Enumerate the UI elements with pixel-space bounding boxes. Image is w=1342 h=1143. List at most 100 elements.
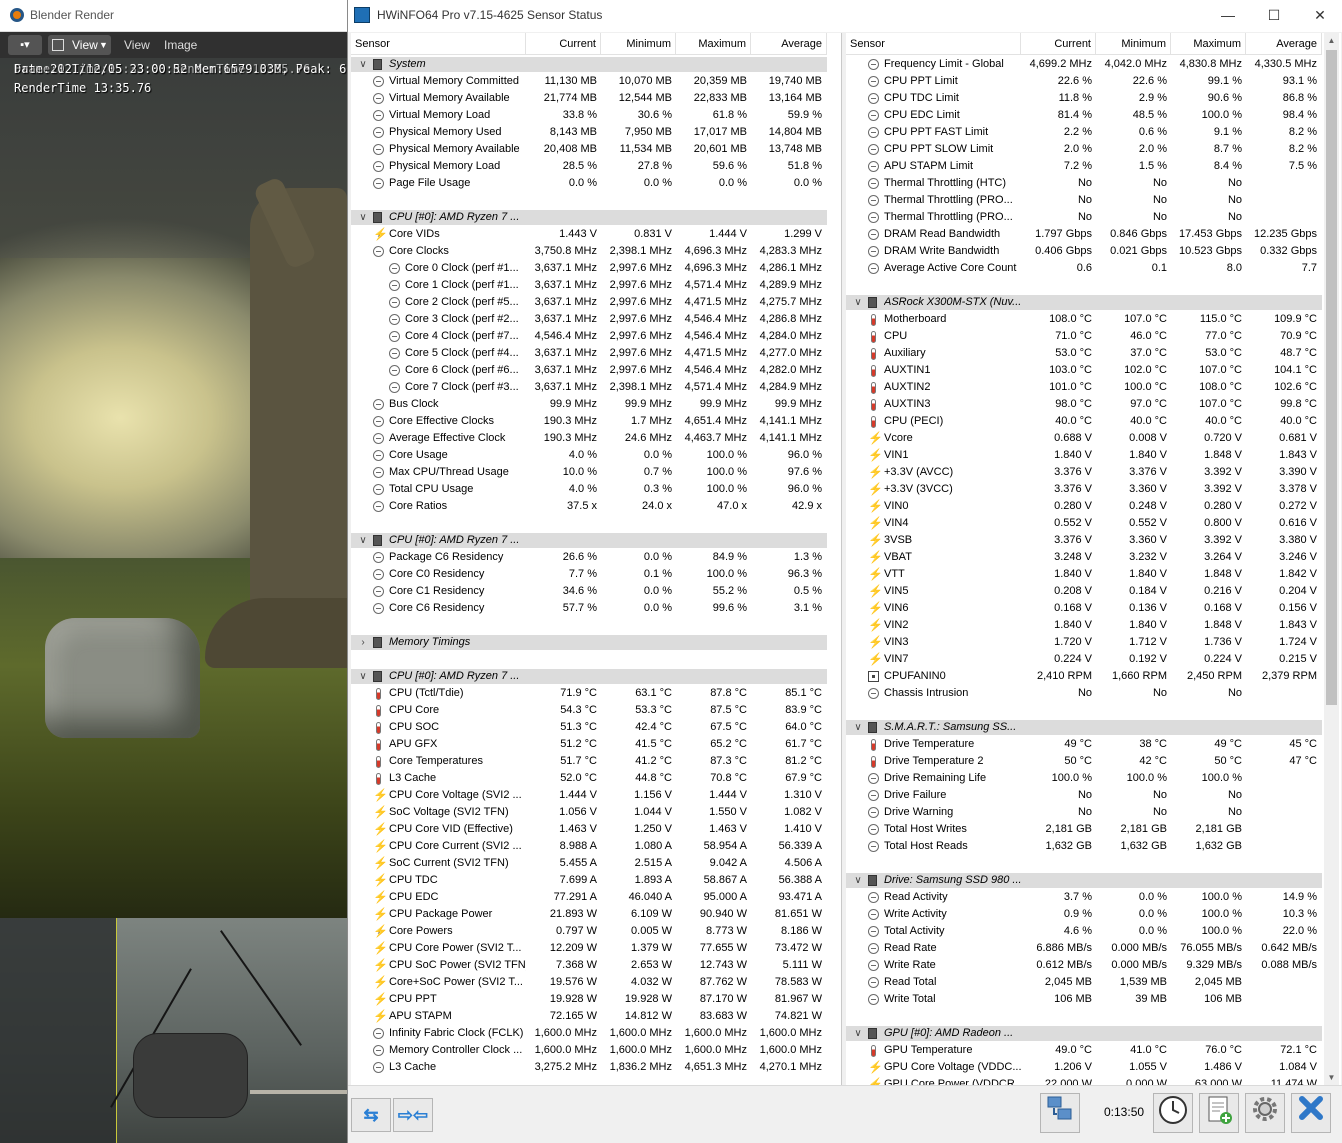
sensor-row[interactable]: › ⚡ Core Powers 0.797 W 0.005 W 8.773 W 8.186 … [351,923,827,940]
collapse-chevron-icon[interactable]: ∨ [357,532,369,549]
sensor-row[interactable]: Total CPU Usage 4.0 % 0.3 % 100.0 % 96.0 % [351,481,827,498]
sensor-group-header[interactable]: › Memory Timings [351,634,827,651]
sensor-row[interactable]: Chassis Intrusion No No No [846,685,1322,702]
sensor-row[interactable]: ›Core Ratios37.5 x24.0 x47.0 x42.9 x [351,498,827,515]
expand-chevron-icon[interactable]: › [357,634,369,651]
sensor-row[interactable]: Drive Temperature 2 50 °C 42 °C 50 °C 47 °C [846,753,1322,770]
scroll-up-arrow-icon[interactable]: ▲ [1324,33,1339,48]
column-header-minimum[interactable]: Minimum [601,33,676,55]
sensor-row[interactable]: GPU Temperature 49.0 °C 41.0 °C 76.0 °C 72.1… [846,1042,1322,1059]
sensor-row[interactable]: Virtual Memory Available 21,774 MB 12,544 … [351,90,827,107]
sensor-row[interactable]: Physical Memory Used 8,143 MB 7,950 MB 17,0… [351,124,827,141]
sensor-row[interactable]: Auxiliary 53.0 °C 37.0 °C 53.0 °C 48.7 °C [846,345,1322,362]
collapse-chevron-icon[interactable]: ∨ [357,209,369,226]
collapse-chevron-icon[interactable]: ∨ [852,719,864,736]
sensor-row[interactable]: ⚡ VIN3 1.720 V 1.712 V 1.736 V 1.724 V [846,634,1322,651]
collapse-chevron-icon[interactable]: ∨ [852,1025,864,1042]
sensor-row[interactable]: Read Activity 3.7 % 0.0 % 100.0 % 14.9 % [846,889,1322,906]
sensor-row[interactable]: Virtual Memory Load 33.8 % 30.6 % 61.8 % 59.… [351,107,827,124]
menu-view[interactable]: View [124,38,150,52]
close-sensors-button[interactable] [1291,1093,1331,1133]
sensor-row[interactable]: Write Activity 0.9 % 0.0 % 100.0 % 10.3 % [846,906,1322,923]
sensor-row[interactable]: AUXTIN3 98.0 °C 97.0 °C 107.0 °C 99.8 °C [846,396,1322,413]
sensor-row[interactable]: L3 Cache 52.0 °C 44.8 °C 70.8 °C 67.9 °C [351,770,827,787]
sensor-row[interactable]: Total Activity 4.6 % 0.0 % 100.0 % 22.0 % [846,923,1322,940]
sensor-row[interactable]: ›Core Temperatures51.7 °C41.2 °C87.3 °C8… [351,753,827,770]
sensor-row[interactable]: Average Active Core Count 0.6 0.1 8.0 7.7 [846,260,1322,277]
sensor-row[interactable]: ⚡ VIN1 1.840 V 1.840 V 1.848 V 1.843 V [846,447,1322,464]
sensor-row[interactable]: Drive Failure No No No [846,787,1322,804]
sensor-row[interactable]: Drive Remaining Life 100.0 % 100.0 % 100.0 … [846,770,1322,787]
sensor-row[interactable]: ⚡ CPU Package Power 21.893 W 6.109 W 90.940 … [351,906,827,923]
sensor-row[interactable]: Total Host Writes 2,181 GB 2,181 GB 2,181 G… [846,821,1322,838]
sensor-row[interactable]: ⚡ Vcore 0.688 V 0.008 V 0.720 V 0.681 V [846,430,1322,447]
sensor-group-header[interactable]: ∨ GPU [#0]: AMD Radeon ... [846,1025,1322,1042]
sensor-row[interactable]: ⚡ VIN5 0.208 V 0.184 V 0.216 V 0.204 V [846,583,1322,600]
sensor-row[interactable]: CPU PPT Limit 22.6 % 22.6 % 99.1 % 93.1 % [846,73,1322,90]
sensor-row[interactable]: ⚡ CPU Core Voltage (SVI2 ... 1.444 V 1.156 … [351,787,827,804]
sensor-row[interactable]: ⚡ VBAT 3.248 V 3.232 V 3.264 V 3.246 V [846,549,1322,566]
sensor-row[interactable]: CPU (PECI) 40.0 °C 40.0 °C 40.0 °C 40.0 °C [846,413,1322,430]
collapse-chevron-icon[interactable]: ∨ [357,56,369,73]
column-header-minimum[interactable]: Minimum [1096,33,1171,55]
sensor-row[interactable]: Read Total 2,045 MB 1,539 MB 2,045 MB [846,974,1322,991]
sensor-group-header[interactable]: ∨ System [351,56,827,73]
view-dropdown[interactable]: View ▼ [48,35,111,55]
sensor-row[interactable]: ∨Core Clocks3,750.8 MHz2,398.1 MHz4,696.… [351,243,827,260]
sensor-row[interactable]: ⚡ GPU Core Power (VDDCR... 22.000 W 0.000 W… [846,1076,1322,1085]
sensor-row[interactable]: CPU SOC 51.3 °C 42.4 °C 67.5 °C 64.0 °C [351,719,827,736]
editor-type-button[interactable]: ▪▾ [8,35,42,55]
sensor-row[interactable]: Core 4 Clock (perf #7... 4,546.4 MHz 2,997… [351,328,827,345]
column-header-average[interactable]: Average [1246,33,1322,55]
sensor-row[interactable]: ⚡ CPU PPT 19.928 W 19.928 W 87.170 W 81.967 W [351,991,827,1008]
sensor-row[interactable]: ⚡ 3VSB 3.376 V 3.360 V 3.392 V 3.380 V [846,532,1322,549]
sensor-row[interactable]: APU GFX 51.2 °C 41.5 °C 65.2 °C 61.7 °C [351,736,827,753]
sensor-row[interactable]: Core 0 Clock (perf #1... 3,637.1 MHz 2,997… [351,260,827,277]
logging-button[interactable] [1199,1093,1239,1133]
column-header-current[interactable]: Current [1021,33,1096,55]
sensor-group-header[interactable]: ∨ CPU [#0]: AMD Ryzen 7 ... [351,209,827,226]
sensor-row[interactable]: Bus Clock 99.9 MHz 99.9 MHz 99.9 MHz 99.9 MH… [351,396,827,413]
sensor-row[interactable]: Total Host Reads 1,632 GB 1,632 GB 1,632 GB [846,838,1322,855]
sensor-row[interactable]: AUXTIN2 101.0 °C 100.0 °C 108.0 °C 102.6 °C [846,379,1322,396]
sensor-row[interactable]: Core 2 Clock (perf #5... 3,637.1 MHz 2,997… [351,294,827,311]
column-header-current[interactable]: Current [526,33,601,55]
sensor-group-header[interactable]: ∨ ASRock X300M-STX (Nuv... [846,294,1322,311]
sensor-row[interactable]: CPU Core 54.3 °C 53.3 °C 87.5 °C 83.9 °C [351,702,827,719]
sensor-row[interactable]: ⚡ VIN7 0.224 V 0.192 V 0.224 V 0.215 V [846,651,1322,668]
collapse-all-button[interactable]: ⇨⇦ [393,1098,433,1132]
sensor-row[interactable]: Core 6 Clock (perf #6... 3,637.1 MHz 2,997… [351,362,827,379]
sensor-group-header[interactable]: ∨ Drive: Samsung SSD 980 ... [846,872,1322,889]
column-header-maximum[interactable]: Maximum [676,33,751,55]
settings-button[interactable] [1245,1093,1285,1133]
sensor-row[interactable]: ⚡ SoC Current (SVI2 TFN) 5.455 A 2.515 A 9.0… [351,855,827,872]
sensor-row[interactable]: Drive Temperature 49 °C 38 °C 49 °C 45 °C [846,736,1322,753]
sensor-row[interactable]: ⚡ CPU EDC 77.291 A 46.040 A 95.000 A 93.471 A [351,889,827,906]
scroll-down-arrow-icon[interactable]: ▼ [1324,1070,1339,1085]
sensor-row[interactable]: CPU PPT FAST Limit 2.2 % 0.6 % 9.1 % 8.2 % [846,124,1322,141]
column-header-average[interactable]: Average [751,33,827,55]
sensor-row[interactable]: ⚡ VIN2 1.840 V 1.840 V 1.848 V 1.843 V [846,617,1322,634]
sensor-row[interactable]: ⚡ VTT 1.840 V 1.840 V 1.848 V 1.842 V [846,566,1322,583]
sensor-row[interactable]: ⚡ GPU Core Voltage (VDDC... 1.206 V 1.055 V… [846,1059,1322,1076]
scrollbar-thumb[interactable] [1326,50,1337,705]
sensor-row[interactable]: DRAM Read Bandwidth 1.797 Gbps 0.846 Gbps 1… [846,226,1322,243]
expand-collapse-button[interactable]: ⇆ [351,1098,391,1132]
sensor-row[interactable]: Virtual Memory Committed 11,130 MB 10,070 … [351,73,827,90]
collapse-chevron-icon[interactable]: ∨ [852,872,864,889]
sensor-row[interactable]: Physical Memory Available 20,408 MB 11,534… [351,141,827,158]
sensor-row[interactable]: Thermal Throttling (PRO... No No No [846,192,1322,209]
sensor-row[interactable]: Frequency Limit - Global 4,699.2 MHz 4,042… [846,56,1322,73]
collapse-chevron-icon[interactable]: ∨ [852,294,864,311]
menu-image[interactable]: Image [164,38,197,52]
column-header-maximum[interactable]: Maximum [1171,33,1246,55]
sensor-row[interactable]: CPU 71.0 °C 46.0 °C 77.0 °C 70.9 °C [846,328,1322,345]
sensor-row[interactable]: AUXTIN1 103.0 °C 102.0 °C 107.0 °C 104.1 °C [846,362,1322,379]
column-header-sensor[interactable]: Sensor [351,33,526,55]
sensor-row[interactable]: Infinity Fabric Clock (FCLK) 1,600.0 MHz 1… [351,1025,827,1042]
sensor-row[interactable]: ⚡ Core+SoC Power (SVI2 T... 19.576 W 4.032 … [351,974,827,991]
sensor-row[interactable]: Read Rate 6.886 MB/s 0.000 MB/s 76.055 MB/s… [846,940,1322,957]
vertical-scrollbar[interactable]: ▲ ▼ [1324,33,1339,1085]
sensor-row[interactable]: Drive Warning No No No [846,804,1322,821]
sensor-row[interactable]: ⚡ APU STAPM 72.165 W 14.812 W 83.683 W 74.821… [351,1008,827,1025]
